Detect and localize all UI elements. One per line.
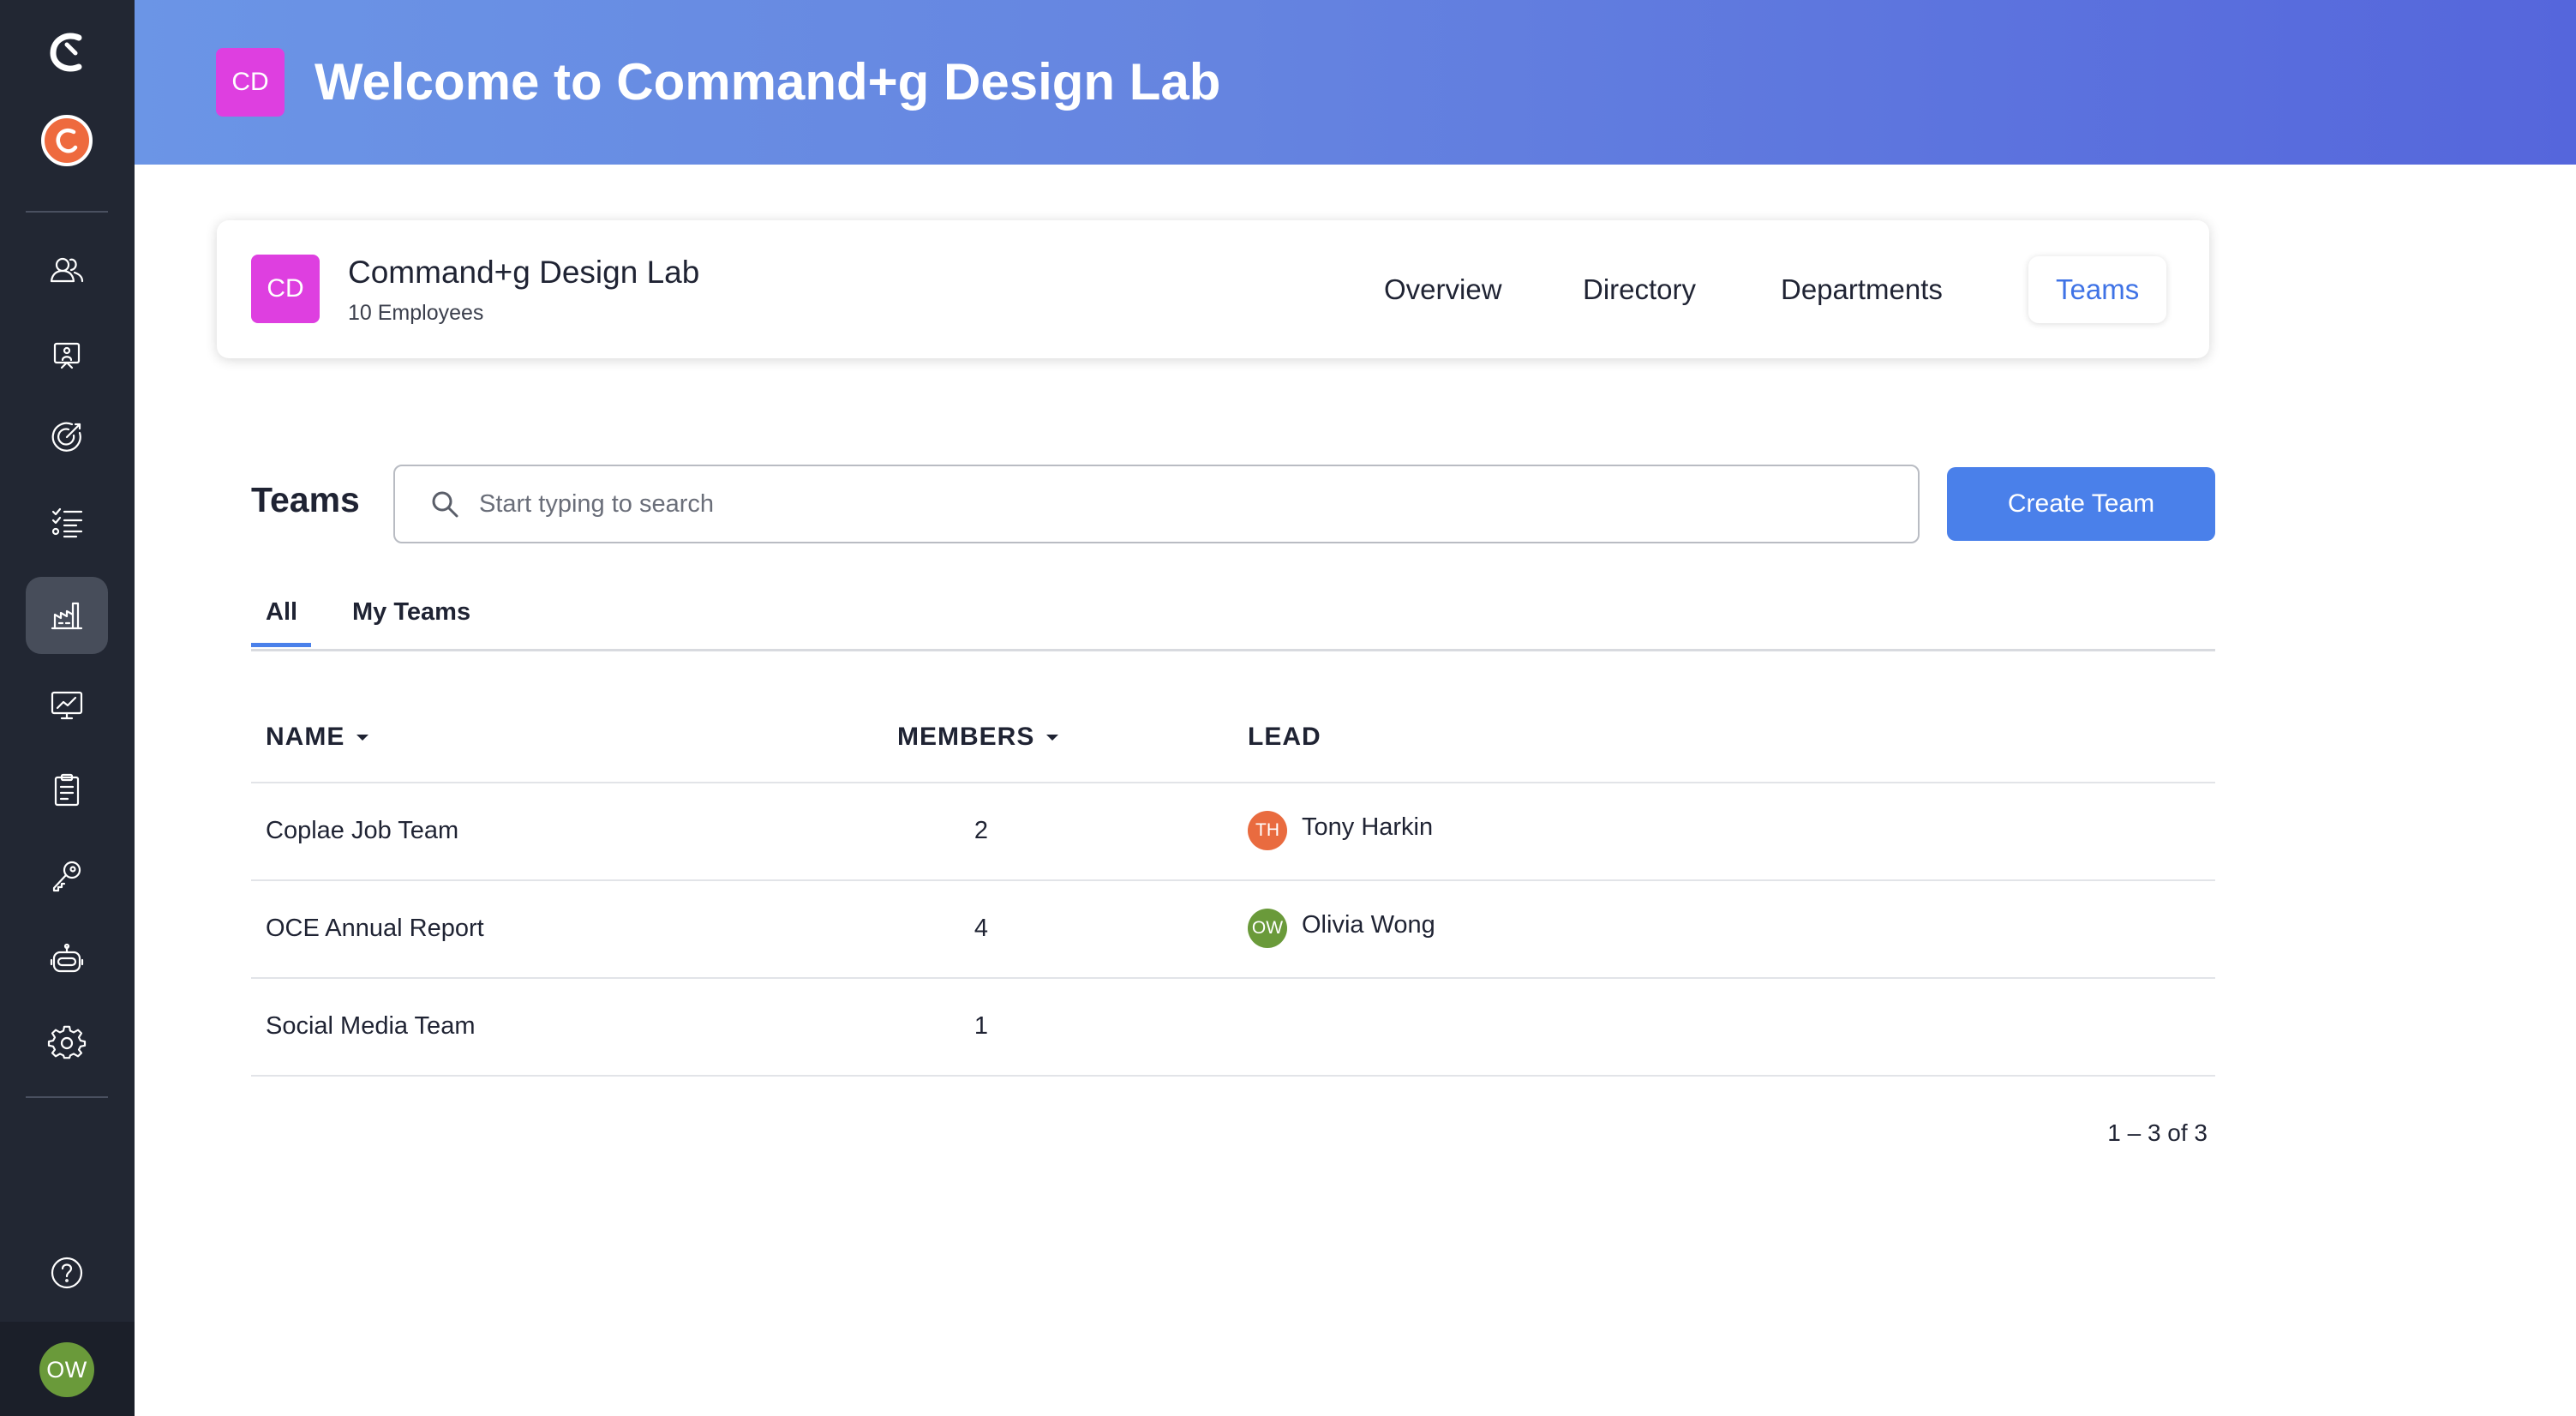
gear-icon [47, 1025, 87, 1059]
sidebar-item-help[interactable] [26, 1234, 108, 1311]
sidebar-item-automation[interactable] [26, 921, 108, 999]
column-header-label: MEMBERS [897, 723, 1035, 751]
page-title: Welcome to Command+g Design Lab [315, 53, 1221, 111]
monitor-chart-icon [51, 691, 83, 720]
row-divider [251, 782, 2215, 783]
tabs-divider [251, 649, 2215, 651]
team-name[interactable]: Social Media Team [266, 1012, 475, 1041]
team-name[interactable]: OCE Annual Report [266, 915, 484, 943]
pagination-range: 1 – 3 of 3 [2107, 1119, 2208, 1146]
search-input[interactable] [479, 489, 1850, 519]
sidebar-item-goals[interactable] [26, 399, 108, 476]
column-header-lead: LEAD [1248, 723, 1321, 752]
team-members-count: 1 [973, 1012, 989, 1040]
sidebar: OW [0, 0, 135, 1416]
lead-avatar: TH [1248, 811, 1287, 850]
sidebar-item-presentations[interactable] [26, 317, 108, 394]
sidebar-item-access[interactable] [26, 837, 108, 915]
welcome-banner: CD Welcome to Command+g Design Lab [135, 0, 2576, 165]
sidebar-divider [26, 1096, 108, 1098]
lead-name: Olivia Wong [1302, 910, 1435, 939]
target-icon [51, 422, 81, 452]
lead-avatar: OW [1248, 909, 1287, 948]
help-icon [51, 1257, 83, 1289]
team-members-count: 4 [973, 915, 989, 942]
column-header-name[interactable]: NAME [266, 723, 369, 752]
search-icon [432, 491, 458, 518]
column-header-label: LEAD [1248, 723, 1321, 751]
tab-teams[interactable]: Teams [2028, 256, 2166, 323]
robot-icon [50, 943, 84, 973]
team-members-count: 2 [973, 817, 989, 844]
row-divider [251, 977, 2215, 979]
sidebar-item-reviews[interactable] [26, 484, 108, 561]
company-switcher-icon[interactable] [41, 115, 93, 166]
sidebar-item-surveys[interactable] [26, 752, 108, 829]
tab-overview[interactable]: Overview [1384, 220, 1502, 358]
column-header-members[interactable]: MEMBERS [897, 723, 1059, 752]
company-badge: CD [251, 255, 320, 323]
tab-all[interactable]: All [266, 598, 297, 627]
clipboard-icon [54, 773, 80, 807]
create-team-button[interactable]: Create Team [1947, 467, 2215, 541]
app-logo-icon[interactable] [41, 29, 93, 77]
team-name[interactable]: Coplae Job Team [266, 817, 458, 845]
section-title: Teams [251, 480, 360, 519]
company-card: CD Command+g Design Lab 10 Employees Ove… [217, 220, 2209, 358]
search-box [393, 465, 1920, 543]
lead-name: Tony Harkin [1302, 813, 1434, 841]
sort-caret-icon [1046, 734, 1059, 741]
team-lead: TH Tony Harkin [1248, 811, 1433, 850]
checklist-icon [51, 507, 83, 538]
key-icon [52, 861, 81, 892]
sidebar-item-organization[interactable] [26, 577, 108, 654]
people-icon [50, 257, 84, 283]
team-lead: OW Olivia Wong [1248, 909, 1435, 948]
tab-departments[interactable]: Departments [1781, 220, 1943, 358]
user-avatar[interactable]: OW [39, 1342, 94, 1397]
sort-caret-icon [356, 734, 369, 741]
tab-directory[interactable]: Directory [1583, 220, 1696, 358]
row-divider [251, 1075, 2215, 1077]
active-tab-indicator [251, 643, 311, 647]
company-badge: CD [216, 48, 285, 117]
column-header-label: NAME [266, 723, 345, 751]
sidebar-divider [26, 211, 108, 213]
employee-count: 10 Employees [348, 301, 484, 325]
organization-chart-icon [51, 602, 83, 630]
company-name: Command+g Design Lab [348, 255, 700, 290]
sidebar-item-settings[interactable] [26, 1005, 108, 1082]
row-divider [251, 879, 2215, 881]
tab-my-teams[interactable]: My Teams [352, 598, 470, 627]
presentation-person-icon [53, 342, 81, 369]
sidebar-item-analytics[interactable] [26, 666, 108, 743]
sidebar-item-people[interactable] [26, 231, 108, 309]
